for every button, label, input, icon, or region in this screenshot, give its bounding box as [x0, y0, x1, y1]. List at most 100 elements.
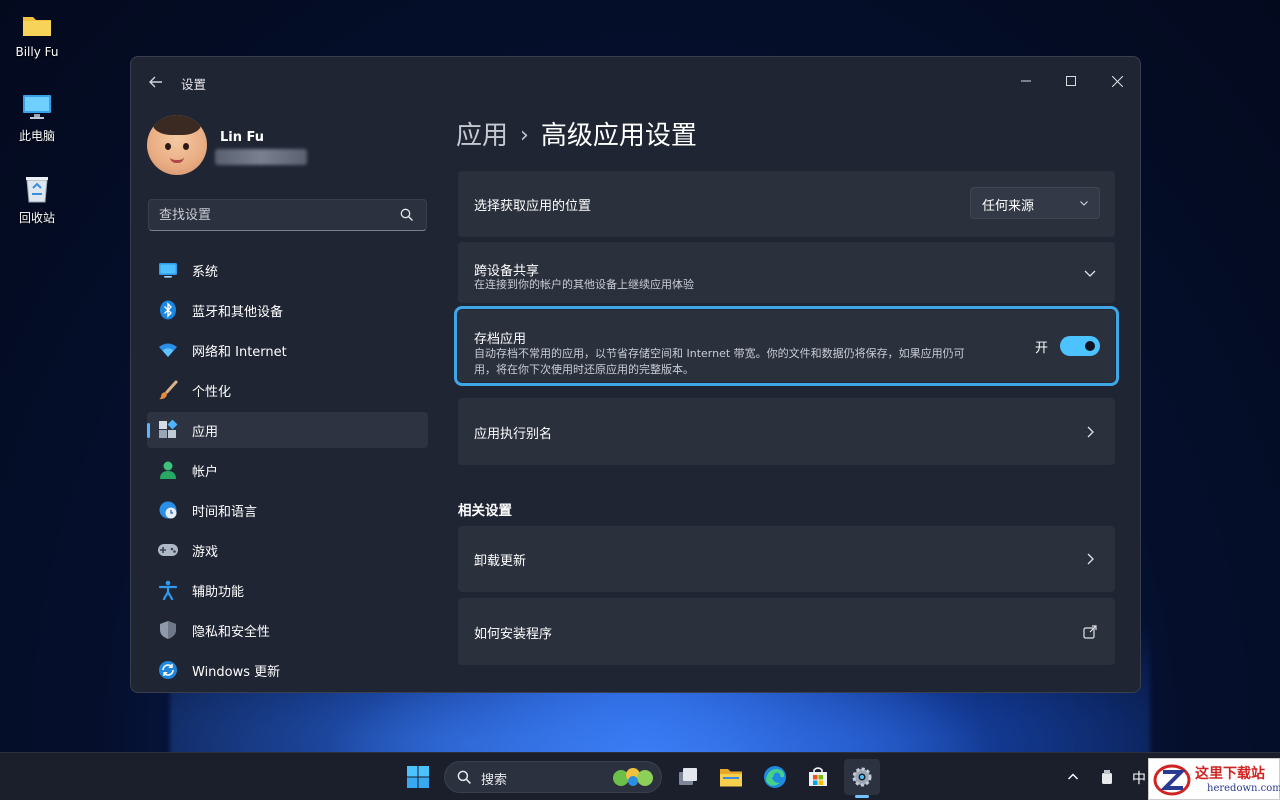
desktop-icon-label: 回收站	[18, 211, 55, 225]
sidebar-item-personalization[interactable]: 个性化	[147, 372, 428, 408]
brush-icon	[157, 379, 179, 401]
accessibility-icon	[157, 579, 179, 601]
chevron-right-icon	[1087, 426, 1094, 437]
file-explorer-button[interactable]	[713, 759, 749, 795]
minimize-button[interactable]	[1003, 65, 1049, 97]
user-email-redacted	[215, 149, 307, 165]
windows-logo-icon	[407, 766, 429, 788]
archive-apps-toggle[interactable]	[1060, 336, 1100, 356]
setting-description: 在连接到你的帐户的其他设备上继续应用体验	[474, 278, 694, 291]
avatar[interactable]	[147, 115, 207, 175]
setting-description-line2: 用，将在你下次使用时还原应用的完整版本。	[474, 363, 694, 376]
desktop-icon-user-folder[interactable]: Billy Fu	[8, 8, 66, 59]
ime-indicator[interactable]: 中	[1132, 768, 1146, 788]
update-icon	[157, 659, 179, 681]
setting-title: 如何安装程序	[474, 627, 553, 642]
title-bar: 设置	[131, 57, 1140, 105]
sidebar-item-network[interactable]: 网络和 Internet	[147, 332, 428, 368]
desktop-icon-label: 此电脑	[18, 129, 55, 143]
related-card-how-to-install[interactable]: 如何安装程序	[458, 598, 1115, 665]
archive-toggle-wrap: 开	[1035, 310, 1100, 382]
task-view-icon	[679, 768, 697, 785]
close-button[interactable]	[1094, 65, 1140, 97]
sidebar-item-privacy[interactable]: 隐私和安全性	[147, 612, 428, 648]
chevron-down-icon	[1080, 201, 1088, 206]
folder-icon	[720, 769, 742, 787]
tray-app-button[interactable]	[1092, 759, 1122, 795]
chevron-up-icon	[1068, 773, 1078, 780]
setting-card-app-aliases[interactable]: 应用执行别名	[458, 398, 1115, 465]
related-card-uninstall-updates[interactable]: 卸载更新	[458, 526, 1115, 592]
setting-title: 存档应用	[474, 332, 527, 347]
sidebar-item-gaming[interactable]: 游戏	[147, 532, 428, 568]
toggle-state-label: 开	[1034, 340, 1048, 356]
sidebar-item-accessibility[interactable]: 辅助功能	[147, 572, 428, 608]
edge-browser-button[interactable]	[757, 759, 793, 795]
desktop-icon-this-pc[interactable]: 此电脑	[8, 90, 66, 144]
watermark-url: heredown.com	[1207, 783, 1280, 794]
globe-clock-icon	[157, 499, 179, 521]
sidebar-item-label: 网络和 Internet	[192, 344, 287, 360]
search-input[interactable]	[159, 206, 389, 224]
settings-taskbar-button[interactable]	[844, 759, 880, 795]
back-button[interactable]	[145, 71, 167, 93]
external-link-icon	[1083, 624, 1097, 639]
taskbar-search[interactable]: 搜索	[444, 761, 662, 793]
settings-window: 设置 Lin Fu 系统	[130, 56, 1141, 693]
window-title: 设置	[181, 77, 207, 92]
active-app-indicator	[855, 795, 869, 798]
bluetooth-icon	[157, 299, 179, 321]
recycle-bin-icon	[8, 172, 66, 206]
sidebar-item-apps[interactable]: 应用	[147, 412, 428, 448]
taskbar-search-label: 搜索	[481, 773, 508, 788]
computer-icon	[8, 90, 66, 124]
store-button[interactable]	[800, 759, 836, 795]
search-icon	[457, 770, 471, 784]
setting-card-archive-apps: 存档应用 自动存档不常用的应用，以节省存储空间和 Internet 带宽。你的文…	[454, 306, 1119, 386]
start-button[interactable]	[400, 759, 436, 795]
task-view-button[interactable]	[670, 759, 706, 795]
user-name: Lin Fu	[220, 130, 265, 145]
site-watermark: 这里下载站 heredown.com	[1148, 758, 1280, 800]
maximize-button[interactable]	[1048, 65, 1094, 97]
setting-title: 应用执行别名	[474, 427, 553, 442]
app-source-dropdown[interactable]: 任何来源	[970, 187, 1100, 219]
desktop-icon-label: Billy Fu	[15, 45, 59, 59]
tray-overflow-button[interactable]	[1058, 759, 1088, 795]
setting-card-share-across-devices[interactable]: 跨设备共享 在连接到你的帐户的其他设备上继续应用体验	[458, 242, 1115, 303]
breadcrumb-parent[interactable]: 应用	[456, 121, 508, 151]
page-title: 高级应用设置	[540, 121, 697, 151]
arrow-left-icon	[149, 76, 162, 88]
setting-description-line1: 自动存档不常用的应用，以节省存储空间和 Internet 带宽。你的文件和数据仍…	[474, 347, 965, 360]
chevron-down-icon[interactable]	[1083, 266, 1097, 280]
sidebar-item-bluetooth[interactable]: 蓝牙和其他设备	[147, 292, 428, 328]
breadcrumb-separator: ›	[520, 123, 529, 148]
sidebar-item-label: 游戏	[192, 544, 219, 560]
sidebar-item-label: 系统	[192, 264, 219, 280]
setting-card-app-source: 选择获取应用的位置 任何来源	[458, 171, 1115, 237]
watermark-text: 这里下载站	[1195, 766, 1265, 782]
sidebar-item-windows-update[interactable]: Windows 更新	[147, 652, 428, 688]
sidebar-item-label: 隐私和安全性	[192, 624, 271, 640]
breadcrumb: 应用 › 高级应用设置	[456, 115, 697, 152]
desktop-icon-recycle-bin[interactable]: 回收站	[8, 172, 66, 226]
usb-drive-icon	[1102, 770, 1112, 784]
sidebar-item-time-language[interactable]: 时间和语言	[147, 492, 428, 528]
related-settings-title: 相关设置	[458, 503, 512, 519]
sidebar-item-label: 帐户	[192, 464, 219, 480]
chevron-right-icon	[1087, 553, 1094, 565]
sidebar-item-system[interactable]: 系统	[147, 252, 428, 288]
folder-icon	[8, 8, 66, 42]
sidebar-item-label: 时间和语言	[192, 504, 258, 520]
sidebar-item-label: 应用	[192, 424, 219, 440]
sidebar-item-label: 蓝牙和其他设备	[192, 304, 284, 320]
sidebar-item-label: 辅助功能	[192, 584, 245, 600]
search-highlight-icon	[613, 768, 653, 786]
sidebar-item-accounts[interactable]: 帐户	[147, 452, 428, 488]
system-icon	[157, 259, 179, 281]
gamepad-icon	[157, 539, 179, 561]
sidebar-nav: 系统 蓝牙和其他设备 网络和 Internet 个性化 应用 帐户 时间和语言 …	[147, 252, 428, 692]
wifi-icon	[157, 339, 179, 361]
search-icon[interactable]	[400, 208, 414, 222]
sidebar-item-label: Windows 更新	[192, 664, 281, 680]
